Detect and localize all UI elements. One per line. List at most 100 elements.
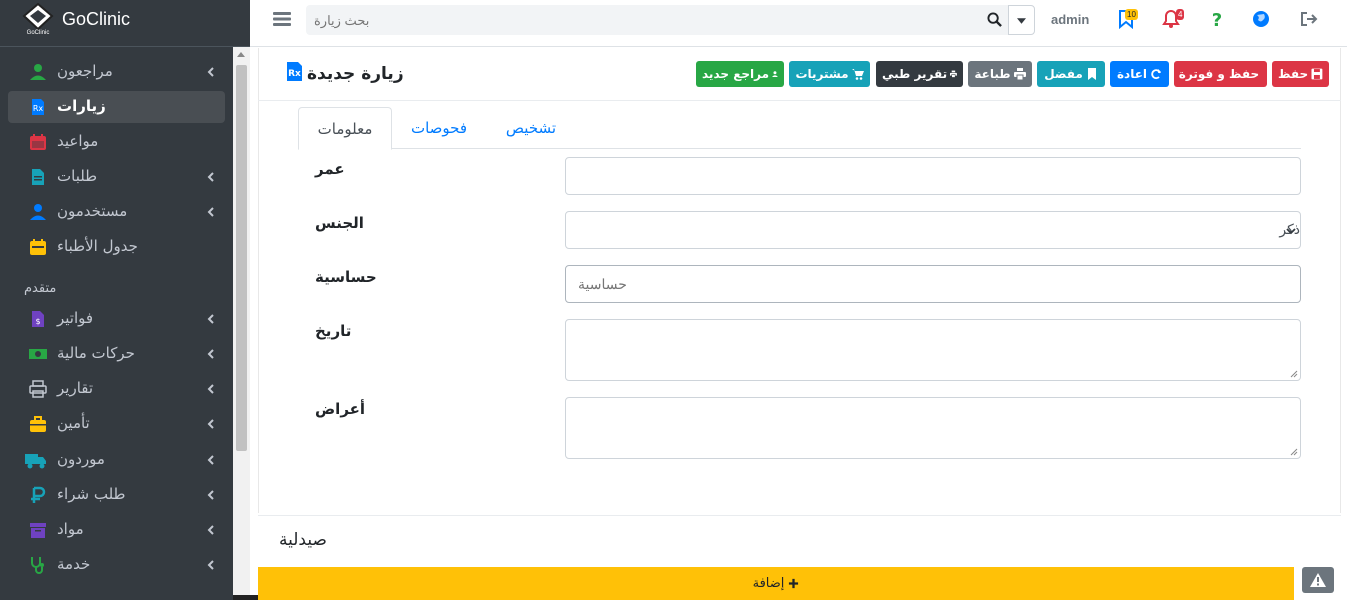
chevron-left-icon [207,419,214,429]
sidebar-item-label: طلب شراء [57,485,126,503]
sidebar-item-requests[interactable]: طلبات [8,161,225,193]
sidebar-item-patients[interactable]: مراجعون [8,56,225,88]
search-button[interactable] [980,5,1008,35]
sidebar-item-financial-movements[interactable]: حركات مالية [8,338,225,370]
search-icon [987,12,1002,27]
print-icon [1013,68,1026,80]
add-label: إضافة [752,576,785,591]
sidebar-item-label: مواد [57,520,84,538]
menu-toggle-icon[interactable] [273,11,291,27]
sidebar-item-insurance[interactable]: تأمين [8,408,225,440]
new-patient-button[interactable]: مراجع جديد [696,61,784,87]
scroll-up-arrow-icon[interactable] [237,52,245,57]
svg-text:Rx: Rx [33,104,44,113]
sidebar-item-label: تقارير [57,379,94,397]
print-icon [29,380,47,398]
medical-report-label: تقرير طبي [882,67,948,81]
prescription-icon: Rx [32,99,44,115]
prescription-icon: Rx [287,62,302,81]
brand-logo-icon: GoClinic [22,3,54,35]
sidebar-item-visits[interactable]: Rx زيارات [8,91,225,123]
tabs: معلومات فحوصات تشخيص [298,107,1301,150]
medical-report-button[interactable]: تقرير طبي [876,61,963,87]
purchases-label: مشتريات [795,67,849,81]
age-input[interactable] [565,157,1301,195]
sidebar-item-label: حركات مالية [57,344,135,362]
sidebar-item-label: تأمين [57,414,90,432]
reload-button[interactable]: اعادة [1110,61,1169,87]
history-label: تاريخ [315,322,352,340]
sidebar-section-header: متقدم [24,281,57,296]
chevron-left-icon [207,384,214,394]
favorite-label: مفضل [1044,67,1083,81]
caret-down-icon [1017,18,1026,24]
brand[interactable]: GoClinic GoClinic [0,0,250,47]
chevron-left-icon [207,490,214,500]
notification-badge: 4 [1176,9,1185,20]
bookmark-badge: 10 [1125,9,1138,20]
warning-button[interactable] [1302,567,1334,593]
sign-out-icon[interactable] [1299,9,1319,29]
save-icon [1311,68,1323,80]
sidebar-scroll-thumb[interactable] [236,65,247,451]
svg-text:?: ? [1212,10,1222,29]
chevron-left-icon [207,207,214,217]
chevron-left-icon [207,314,214,324]
schedule-icon [30,239,46,255]
search-input[interactable] [306,5,976,35]
help-icon[interactable]: ? [1207,9,1227,29]
svg-text:Rx: Rx [288,69,301,79]
tab-info[interactable]: معلومات [298,107,392,150]
globe-icon[interactable] [1251,9,1271,29]
money-icon [29,349,47,359]
sidebar-item-reports[interactable]: تقارير [8,373,225,405]
allergy-label: حساسية [315,268,377,286]
chevron-left-icon [207,560,214,570]
resize-grip-icon[interactable] [1290,370,1298,378]
brand-name: GoClinic [62,9,131,29]
history-textarea[interactable] [565,319,1301,381]
purchases-button[interactable]: مشتريات [789,61,870,87]
sidebar-item-label: جدول الأطباء [57,237,138,255]
chevron-left-icon [207,455,214,465]
tab-diagnosis[interactable]: تشخيص [494,107,568,149]
sidebar-item-suppliers[interactable]: موردون [8,444,225,476]
sidebar-item-invoices[interactable]: $ فواتير [8,303,225,335]
user-icon [30,64,46,80]
resize-grip-icon[interactable] [1290,448,1298,456]
sidebar-item-users[interactable]: مستخدمون [8,196,225,228]
sidebar-item-label: طلبات [57,167,98,185]
favorite-button[interactable]: مفضل [1037,61,1105,87]
chevron-left-icon [207,67,214,77]
search-dropdown-button[interactable] [1008,5,1035,35]
add-medication-button[interactable]: إضافة [258,567,1294,600]
save-invoice-button[interactable]: $ حفظ و فوترة [1174,61,1267,87]
file-icon [32,169,44,185]
warning-icon [1310,573,1326,587]
user-name[interactable]: admin [1051,12,1089,27]
symptoms-textarea[interactable] [565,397,1301,459]
sidebar-item-service[interactable]: خدمة [8,549,225,581]
invoice-icon: $ [32,311,44,327]
sidebar-item-label: مراجعون [57,62,113,80]
tab-tests[interactable]: فحوصات [398,107,480,149]
ruble-icon [31,486,46,503]
sidebar: GoClinic GoClinic مراجعون Rx زيارات مواع… [0,0,250,600]
calendar-icon [30,134,46,150]
sidebar-item-materials[interactable]: مواد [8,514,225,546]
save-button[interactable]: حفظ [1272,61,1329,87]
allergy-input[interactable] [565,265,1301,303]
gender-select[interactable]: ذكر [565,211,1301,249]
sidebar-item-label: خدمة [57,555,91,573]
pharmacy-title: صيدلية [279,530,327,550]
sidebar-item-appointments[interactable]: مواعيد [8,126,225,158]
plus-icon [789,578,799,589]
print-button[interactable]: طباعة [968,61,1032,87]
sidebar-item-label: فواتير [57,309,94,327]
new-patient-label: مراجع جديد [702,67,770,81]
svg-text:$: $ [35,317,40,326]
chevron-left-icon [207,525,214,535]
sidebar-item-purchase-order[interactable]: طلب شراء [8,479,225,511]
age-label: عمر [315,160,345,178]
sidebar-item-doctor-schedule[interactable]: جدول الأطباء [8,231,225,263]
